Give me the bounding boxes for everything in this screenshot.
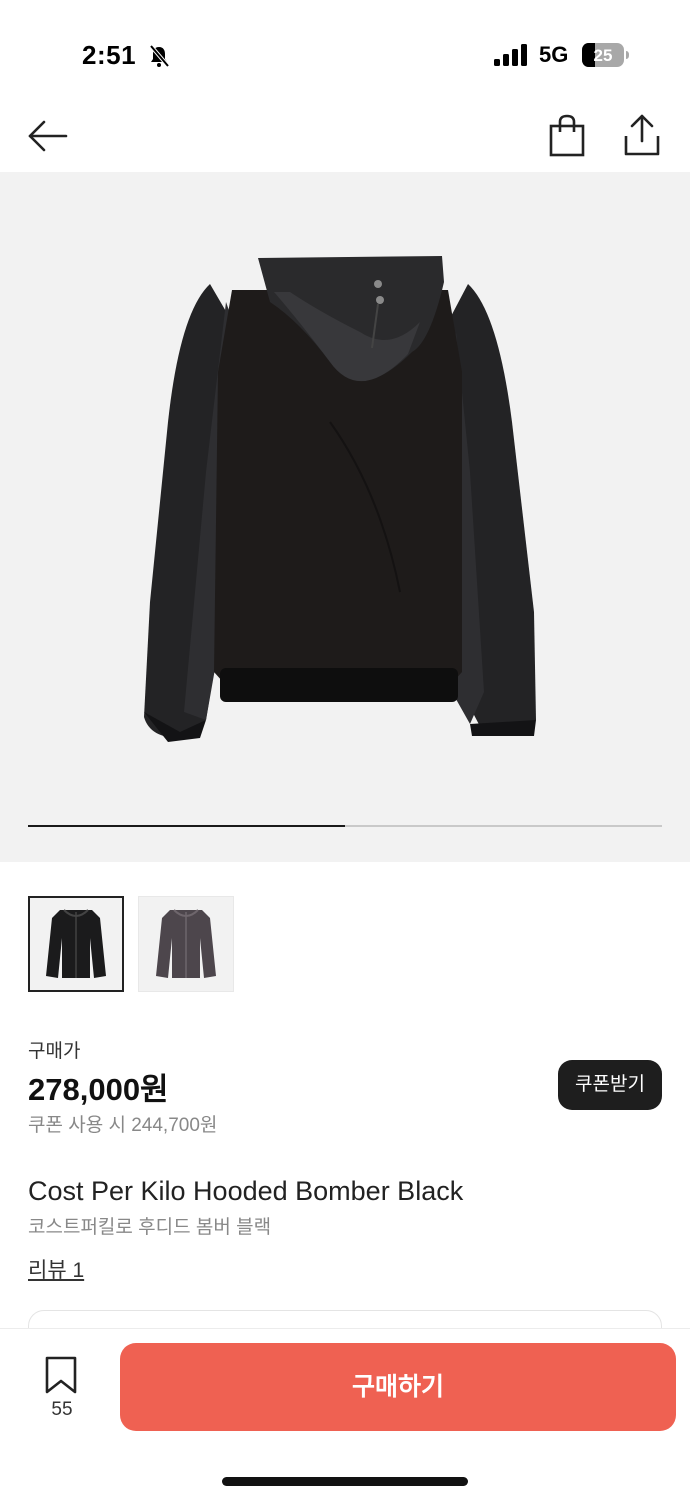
back-arrow-icon bbox=[28, 120, 68, 152]
cart-button[interactable] bbox=[546, 112, 588, 158]
thumbnail-black[interactable] bbox=[28, 896, 124, 992]
svg-text:25: 25 bbox=[594, 46, 613, 65]
price-value: 278,000원 bbox=[28, 1072, 169, 1107]
product-image-gallery[interactable] bbox=[0, 172, 690, 862]
bottom-action-bar: 55 구매하기 bbox=[0, 1328, 690, 1500]
jacket-grey-thumbnail-image bbox=[156, 909, 216, 978]
get-coupon-button[interactable]: 쿠폰받기 bbox=[558, 1060, 662, 1110]
bell-muted-icon bbox=[149, 44, 170, 68]
status-time: 2:51 bbox=[82, 40, 137, 70]
top-navigation bbox=[0, 100, 690, 172]
shopping-bag-icon bbox=[549, 114, 585, 157]
gallery-progress-bar bbox=[28, 825, 662, 827]
buy-button[interactable]: 구매하기 bbox=[120, 1343, 676, 1431]
product-name-ko: 코스트퍼킬로 후디드 봄버 블랙 bbox=[28, 1217, 272, 1238]
wishlist-count: 55 bbox=[51, 1399, 73, 1420]
network-type: 5G bbox=[539, 42, 569, 67]
thumbnail-grey[interactable] bbox=[138, 896, 234, 992]
status-bar: 2:51 5G 25 bbox=[0, 0, 690, 100]
jacket-back-image bbox=[144, 256, 536, 742]
battery-icon: 25 bbox=[582, 43, 629, 67]
coupon-price: 쿠폰 사용 시 244,700원 bbox=[28, 1115, 218, 1136]
thumbnail-strip bbox=[28, 896, 668, 992]
price-label: 구매가 bbox=[28, 1041, 81, 1062]
gallery-progress-fill bbox=[28, 825, 345, 827]
jacket-black-thumbnail-image bbox=[46, 909, 106, 978]
review-link[interactable]: 리뷰 1 bbox=[28, 1254, 84, 1284]
cellular-signal-icon bbox=[494, 44, 527, 66]
product-name-en: Cost Per Kilo Hooded Bomber Black bbox=[28, 1176, 464, 1206]
home-indicator bbox=[222, 1477, 468, 1486]
share-icon bbox=[624, 114, 660, 156]
bookmark-icon bbox=[45, 1356, 77, 1394]
wishlist-button[interactable]: 55 bbox=[34, 1353, 90, 1423]
back-button[interactable] bbox=[26, 114, 70, 158]
share-button[interactable] bbox=[620, 112, 664, 158]
